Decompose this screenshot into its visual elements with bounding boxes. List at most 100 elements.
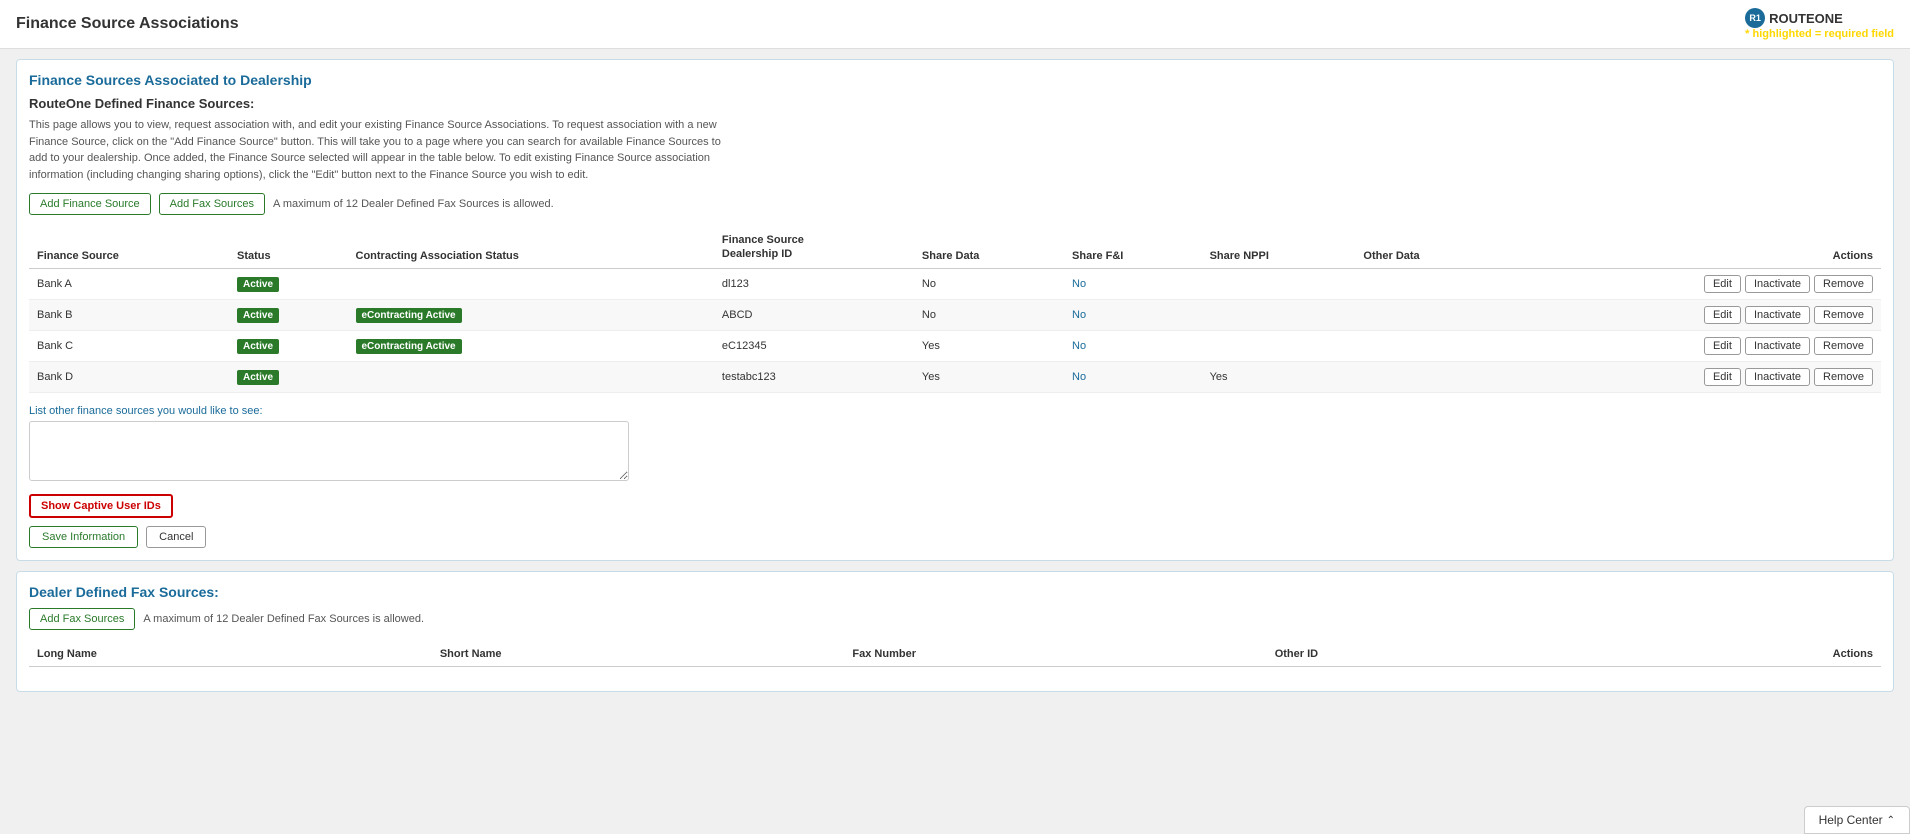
inactivate-button[interactable]: Inactivate: [1745, 306, 1810, 324]
cell-status: Active: [229, 330, 348, 361]
table-row: Bank A Active dl123 No No Edit Inactivat…: [29, 268, 1881, 299]
fax-th-other-id: Other ID: [1267, 642, 1582, 667]
cell-status: Active: [229, 268, 348, 299]
max-note-top: A maximum of 12 Dealer Defined Fax Sourc…: [273, 198, 554, 210]
fax-sources-title: Dealer Defined Fax Sources:: [29, 584, 1881, 600]
chevron-up-icon: ⌃: [1887, 815, 1895, 826]
add-finance-source-button[interactable]: Add Finance Source: [29, 193, 151, 215]
cell-dealership-id: ABCD: [714, 299, 914, 330]
th-dealership-id: Finance SourceDealership ID: [714, 227, 914, 268]
logo-icon: R1: [1745, 8, 1765, 28]
fax-table-header-row: Long Name Short Name Fax Number Other ID…: [29, 642, 1881, 667]
cell-contracting: eContracting Active: [348, 299, 714, 330]
finance-sources-section: Finance Sources Associated to Dealership…: [16, 59, 1894, 561]
cell-share-nppi: [1202, 330, 1356, 361]
th-finance-source: Finance Source: [29, 227, 229, 268]
th-other-data: Other Data: [1355, 227, 1503, 268]
cell-contracting: [348, 361, 714, 392]
cell-share-data: Yes: [914, 330, 1064, 361]
logo-text: ROUTEONE: [1769, 11, 1843, 26]
table-row: Bank B Active eContracting Active ABCD N…: [29, 299, 1881, 330]
top-button-group: Add Finance Source Add Fax Sources A max…: [29, 193, 1881, 215]
cell-status: Active: [229, 299, 348, 330]
edit-button[interactable]: Edit: [1704, 368, 1741, 386]
page-header: Finance Source Associations R1 ROUTEONE …: [0, 0, 1910, 49]
cell-other-data: [1355, 268, 1503, 299]
cell-dealership-id: eC12345: [714, 330, 914, 361]
cell-other-data: [1355, 361, 1503, 392]
table-row: Bank C Active eContracting Active eC1234…: [29, 330, 1881, 361]
cell-share-data: No: [914, 268, 1064, 299]
fax-th-short-name: Short Name: [432, 642, 845, 667]
remove-button[interactable]: Remove: [1814, 368, 1873, 386]
header-right: R1 ROUTEONE * highlighted = required fie…: [1745, 8, 1894, 40]
cell-finance-source: Bank B: [29, 299, 229, 330]
fax-button-group: Add Fax Sources A maximum of 12 Dealer D…: [29, 608, 1881, 630]
cell-share-nppi: Yes: [1202, 361, 1356, 392]
remove-button[interactable]: Remove: [1814, 337, 1873, 355]
cell-contracting: eContracting Active: [348, 330, 714, 361]
add-fax-sources-button-bottom[interactable]: Add Fax Sources: [29, 608, 135, 630]
description-text: This page allows you to view, request as…: [29, 117, 729, 183]
cell-share-data: Yes: [914, 361, 1064, 392]
help-center[interactable]: Help Center ⌃: [1804, 806, 1910, 834]
table-header-row: Finance Source Status Contracting Associ…: [29, 227, 1881, 268]
fax-th-actions: Actions: [1582, 642, 1881, 667]
list-other-section: List other finance sources you would lik…: [29, 405, 1881, 484]
inactivate-button[interactable]: Inactivate: [1745, 275, 1810, 293]
cell-share-nppi: [1202, 299, 1356, 330]
routeone-logo: R1 ROUTEONE: [1745, 8, 1894, 28]
fax-sources-section: Dealer Defined Fax Sources: Add Fax Sour…: [16, 571, 1894, 692]
cell-actions: Edit Inactivate Remove: [1503, 268, 1881, 299]
cell-share-nppi: [1202, 268, 1356, 299]
max-note-bottom: A maximum of 12 Dealer Defined Fax Sourc…: [143, 613, 424, 625]
list-other-textarea[interactable]: [29, 421, 629, 481]
edit-button[interactable]: Edit: [1704, 337, 1741, 355]
remove-button[interactable]: Remove: [1814, 275, 1873, 293]
th-actions: Actions: [1503, 227, 1881, 268]
th-status: Status: [229, 227, 348, 268]
cell-contracting: [348, 268, 714, 299]
cell-finance-source: Bank D: [29, 361, 229, 392]
cell-actions: Edit Inactivate Remove: [1503, 361, 1881, 392]
cell-actions: Edit Inactivate Remove: [1503, 299, 1881, 330]
fax-sources-table: Long Name Short Name Fax Number Other ID…: [29, 642, 1881, 667]
fax-th-long-name: Long Name: [29, 642, 432, 667]
cell-share-fni: No: [1064, 299, 1202, 330]
cell-other-data: [1355, 299, 1503, 330]
captive-user-ids-row: Show Captive User IDs: [29, 494, 1881, 518]
cell-share-data: No: [914, 299, 1064, 330]
cell-share-fni: No: [1064, 361, 1202, 392]
edit-button[interactable]: Edit: [1704, 275, 1741, 293]
inactivate-button[interactable]: Inactivate: [1745, 368, 1810, 386]
finance-sources-table: Finance Source Status Contracting Associ…: [29, 227, 1881, 393]
fax-th-fax-number: Fax Number: [844, 642, 1266, 667]
cell-share-fni: No: [1064, 268, 1202, 299]
save-information-button[interactable]: Save Information: [29, 526, 138, 548]
show-captive-user-ids-button[interactable]: Show Captive User IDs: [29, 494, 173, 518]
cell-finance-source: Bank A: [29, 268, 229, 299]
cell-dealership-id: dl123: [714, 268, 914, 299]
save-cancel-group: Save Information Cancel: [29, 526, 1881, 548]
required-note: * highlighted = required field: [1745, 28, 1894, 40]
inactivate-button[interactable]: Inactivate: [1745, 337, 1810, 355]
th-share-fni: Share F&I: [1064, 227, 1202, 268]
routeone-defined-title: RouteOne Defined Finance Sources:: [29, 96, 1881, 111]
remove-button[interactable]: Remove: [1814, 306, 1873, 324]
th-share-data: Share Data: [914, 227, 1064, 268]
table-row: Bank D Active testabc123 Yes No Yes Edit…: [29, 361, 1881, 392]
cell-status: Active: [229, 361, 348, 392]
cell-other-data: [1355, 330, 1503, 361]
add-fax-sources-button-top[interactable]: Add Fax Sources: [159, 193, 265, 215]
cancel-button[interactable]: Cancel: [146, 526, 206, 548]
page-title: Finance Source Associations: [16, 15, 239, 33]
list-other-label: List other finance sources you would lik…: [29, 405, 1881, 417]
finance-sources-title: Finance Sources Associated to Dealership: [29, 72, 1881, 88]
cell-finance-source: Bank C: [29, 330, 229, 361]
th-contracting: Contracting Association Status: [348, 227, 714, 268]
th-share-nppi: Share NPPI: [1202, 227, 1356, 268]
main-content: Finance Sources Associated to Dealership…: [0, 49, 1910, 712]
help-center-label: Help Center: [1819, 813, 1883, 827]
cell-dealership-id: testabc123: [714, 361, 914, 392]
edit-button[interactable]: Edit: [1704, 306, 1741, 324]
